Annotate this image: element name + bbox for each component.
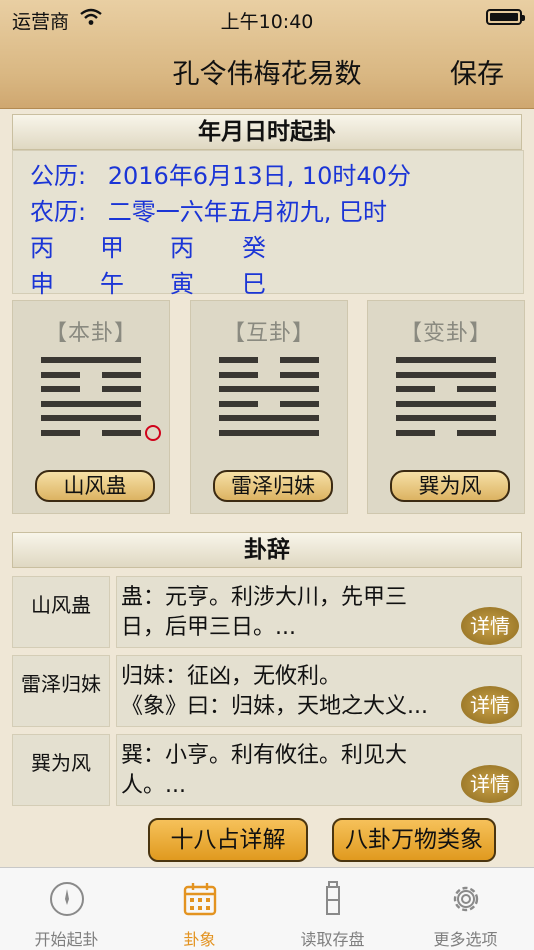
yin-line-segment [219,371,258,378]
calendar-icon [183,883,217,916]
branch-year: 申 [30,270,54,298]
stem-hour: 癸 [242,234,266,262]
guaci-row: 巽为风 巽：小亨。利有攸往。利见大 人。... 详情 [12,734,522,806]
tab-label: 卦象 [183,930,216,949]
guaci-text-line: 《象》曰：归妹，天地之大义... [121,694,428,719]
guaci-text-line: 蛊：元亨。利涉大川，先甲三 [121,585,408,610]
compass-icon [50,882,84,916]
date-section-title: 年月日时起卦 [12,114,522,150]
status-time: 上午10:40 [220,11,314,33]
guaci-row: 山风蛊 蛊：元亨。利涉大川，先甲三 日，后甲三日。... 详情 [12,576,522,648]
yang-line [396,371,496,378]
hexagram-card-hu: 【互卦】 雷泽归妹 [190,300,348,514]
tab-label: 开始起卦 [34,930,99,949]
hexagram-label: 【互卦】 [222,321,315,346]
branch-day: 寅 [170,270,194,298]
guaci-text-line: 人。... [121,773,186,798]
yang-line [396,415,496,421]
solar-value: 2016年6月13日, 10时40分 [107,162,411,190]
tab-label: 读取存盘 [300,930,365,949]
stem-month: 甲 [100,234,124,262]
guaci-row-text: 蛊：元亨。利涉大川，先甲三 日，后甲三日。... 详情 [116,576,522,648]
guaci-section-title: 卦辞 [12,532,522,568]
moving-line-marker [145,424,161,441]
guaci-row-name: 山风蛊 [12,576,110,648]
yang-line [396,357,496,363]
status-bar: 运营商 上午10:40 [0,0,534,36]
yin-line-segment [41,371,80,378]
save-button[interactable]: 保存 [450,52,504,91]
eighteen-divinations-button[interactable]: 十八占详解 [148,818,308,862]
hexagram-name-button[interactable]: 雷泽归妹 [213,470,333,502]
hexagram-card-ben: 【本卦】 山风蛊 [12,300,170,514]
hexagram-label: 【本卦】 [44,321,137,346]
guaci-row: 雷泽归妹 归妹：征凶，无攸利。 《象》曰：归妹，天地之大义... 详情 [12,655,522,727]
yang-line [41,415,141,421]
yang-line [41,400,141,407]
hexagram-name-button[interactable]: 巽为风 [390,470,510,502]
bottle-icon [326,881,340,915]
tab-bar: 开始起卦 卦象 读取存盘 更多选项 [0,867,534,950]
detail-button[interactable]: 详情 [461,607,519,645]
tab-more-options[interactable]: 更多选项 [399,868,532,950]
yang-line [396,400,496,407]
yin-line-segment [396,429,435,436]
yin-line-segment [102,386,141,392]
yang-line [219,415,319,421]
yin-line-segment [457,386,496,392]
guaci-row-name: 巽为风 [12,734,110,806]
lunar-label: 农历: [30,198,87,226]
guaci-text-line: 日，后甲三日。... [121,615,296,640]
bagua-categories-button[interactable]: 八卦万物类象 [332,818,496,862]
tab-load-saved[interactable]: 读取存盘 [266,868,399,950]
guaci-row-name: 雷泽归妹 [12,655,110,727]
tab-start[interactable]: 开始起卦 [0,868,133,950]
gear-icon [453,886,479,912]
guaci-row-text: 归妹：征凶，无攸利。 《象》曰：归妹，天地之大义... 详情 [116,655,522,727]
stem-year: 丙 [30,234,54,262]
yin-line-segment [457,429,496,436]
yin-line-segment [280,400,319,407]
yin-line-segment [396,386,435,392]
guaci-text-line: 归妹：征凶，无攸利。 [121,664,342,689]
yin-line-segment [102,371,141,378]
guaci-text-line: 巽：小亨。利有攸往。利见大 [121,743,408,768]
yang-line [219,386,319,392]
detail-button[interactable]: 详情 [461,686,519,724]
hexagram-label: 【变卦】 [399,321,492,346]
yin-line-segment [102,429,141,436]
yang-line [219,429,319,436]
solar-label: 公历: [30,162,87,190]
detail-button[interactable]: 详情 [461,765,519,803]
guaci-row-text: 巽：小亨。利有攸往。利见大 人。... 详情 [116,734,522,806]
hexagram-card-bian: 【变卦】 巽为风 [367,300,525,514]
yin-line-segment [41,429,80,436]
yin-line-segment [280,371,319,378]
branch-month: 午 [100,270,124,298]
yin-line-segment [41,386,80,392]
battery-icon [486,9,525,25]
tab-hexagram[interactable]: 卦象 [133,868,266,950]
yin-line-segment [219,400,258,407]
tab-label: 更多选项 [433,930,498,949]
lunar-date: 农历: 二零一六年五月初九, 巳时 [30,192,387,227]
stem-day: 丙 [170,234,194,262]
yin-line-segment [280,357,319,363]
navigation-bar: 运营商 上午10:40 孔令伟梅花易数 保存 [0,0,534,109]
lunar-value: 二零一六年五月初九, 巳时 [107,198,387,226]
yang-line [41,357,141,363]
solar-date: 公历: 2016年6月13日, 10时40分 [30,156,411,191]
branch-hour: 巳 [242,270,266,298]
yin-line-segment [219,357,258,363]
hexagram-name-button[interactable]: 山风蛊 [35,470,155,502]
